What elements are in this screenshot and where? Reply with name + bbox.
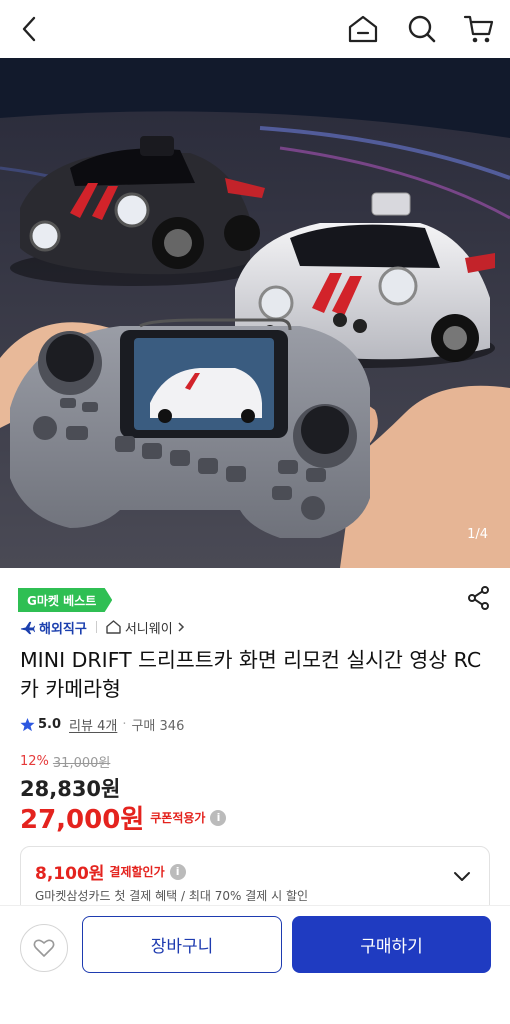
share-button[interactable] [466, 585, 492, 611]
coupon-price: 27,000원 [20, 805, 145, 835]
top-navigation-bar [0, 0, 510, 58]
bottom-action-bar: 장바구니 구매하기 [0, 905, 510, 1024]
product-photo [0, 58, 510, 568]
payment-discount-label: 결제할인가 [109, 865, 165, 879]
home-button[interactable] [346, 12, 380, 46]
search-icon [408, 15, 436, 43]
original-price: 31,000원 [52, 756, 111, 771]
discount-row: 12% 31,000원 [20, 752, 110, 771]
gmarket-best-badge: G마켓 베스트 [18, 588, 113, 612]
airplane-icon [20, 621, 35, 634]
origin-row: 해외직구 서니웨이 [20, 617, 185, 637]
cart-icon [463, 15, 494, 43]
info-icon[interactable]: i [169, 863, 186, 880]
overseas-direct-label: 해외직구 [20, 618, 87, 637]
discount-percent: 12% [20, 754, 49, 769]
best-badge-label: G마켓 베스트 [27, 593, 97, 608]
divider [95, 621, 97, 633]
info-icon[interactable]: i [210, 809, 227, 826]
seller-name: 서니웨이 [124, 621, 173, 637]
rating-score: 5.0 [38, 716, 62, 732]
back-icon [22, 16, 36, 42]
coupon-price-label: 쿠폰적용가 [150, 811, 206, 825]
overseas-text: 해외직구 [39, 621, 87, 637]
add-to-cart-button[interactable]: 장바구니 [82, 916, 282, 973]
sales-count: 구매 346 [131, 718, 185, 734]
back-button[interactable] [12, 12, 46, 46]
cart-button[interactable] [462, 12, 496, 46]
store-icon [106, 620, 121, 634]
heart-icon [33, 939, 55, 957]
rating-row: 5.0 리뷰 4개 · 구매 346 [20, 713, 184, 735]
star-icon [20, 717, 35, 731]
review-count-link[interactable]: 리뷰 4개 [69, 715, 117, 734]
product-image-carousel[interactable]: 1/4 [0, 58, 510, 568]
search-button[interactable] [405, 12, 439, 46]
seller-link[interactable]: 서니웨이 [106, 618, 185, 637]
chevron-right-icon [178, 622, 184, 632]
favorite-button[interactable] [20, 924, 68, 972]
product-title: MINI DRIFT 드리프트카 화면 리모컨 실시간 영상 RC카 카메라형 [20, 648, 482, 701]
payment-discount-description: G마켓삼성카드 첫 결제 혜택 / 최대 70% 결제 시 할인 [35, 889, 309, 903]
separator-dot: · [122, 716, 127, 732]
home-icon [348, 15, 378, 43]
payment-discount-price: 8,100원 [35, 864, 105, 884]
image-counter: 1/4 [467, 527, 488, 542]
share-icon [468, 586, 489, 610]
buy-now-button[interactable]: 구매하기 [292, 916, 491, 973]
coupon-price-row: 27,000원 쿠폰적용가 i [20, 799, 227, 836]
chevron-down-icon[interactable] [453, 871, 471, 883]
